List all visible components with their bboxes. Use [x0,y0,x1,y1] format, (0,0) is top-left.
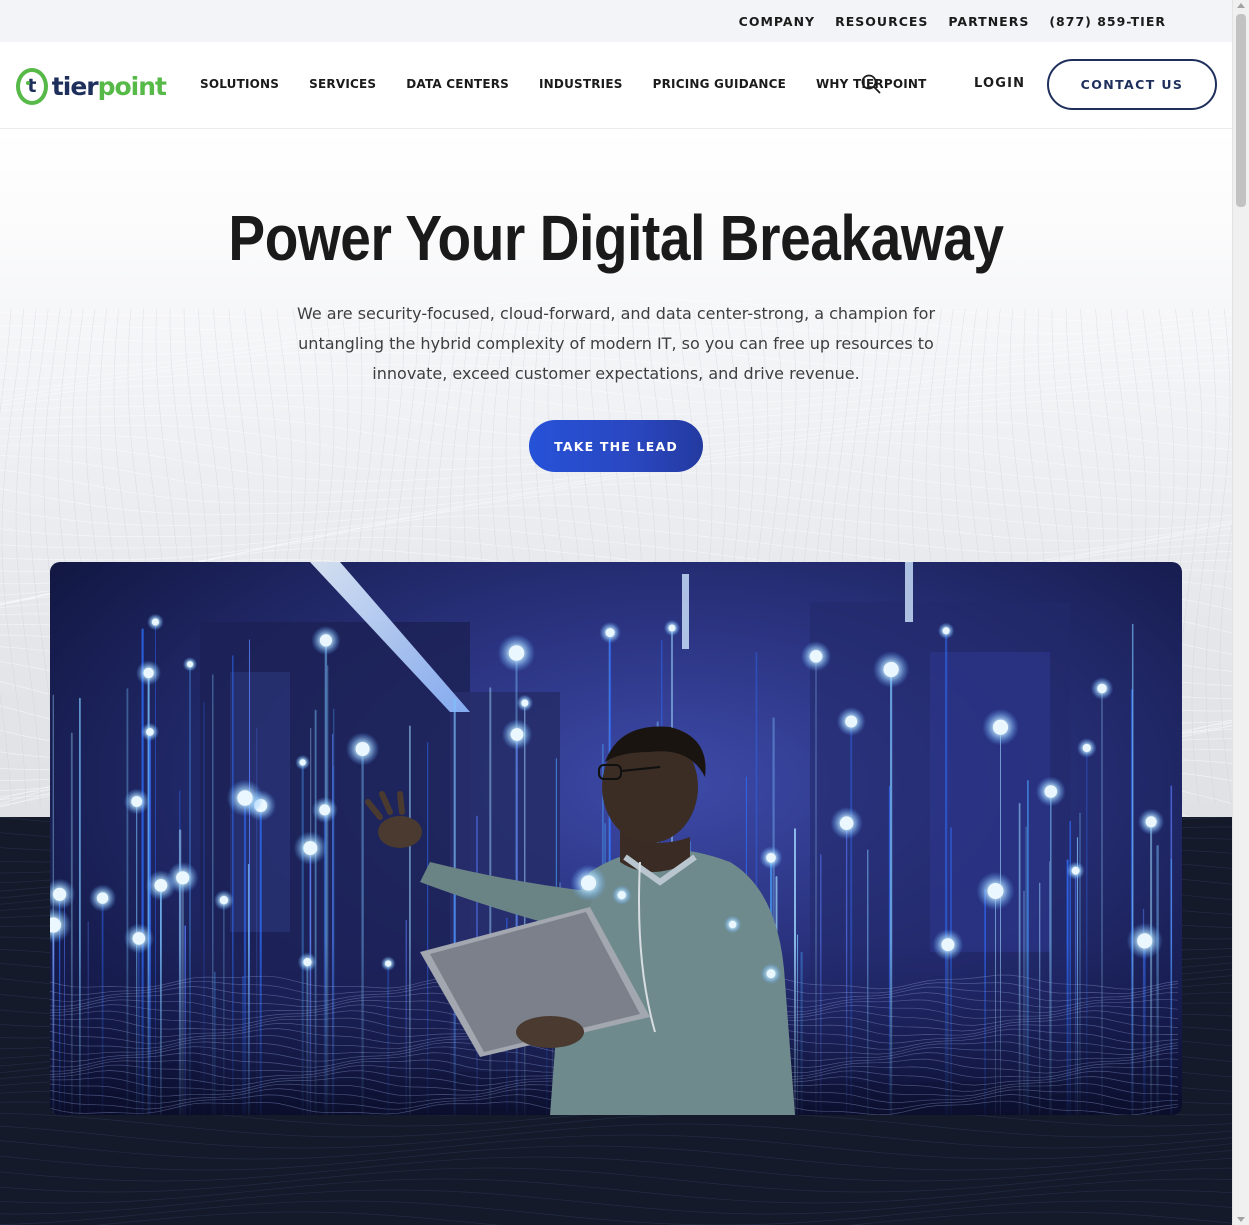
search-icon[interactable] [860,73,882,95]
take-the-lead-button[interactable]: TAKE THE LEAD [529,420,703,472]
page-scrollbar[interactable] [1232,0,1249,1225]
nav-item-solutions[interactable]: SOLUTIONS [200,77,279,91]
utility-link-company[interactable]: COMPANY [739,14,815,29]
scroll-down-arrow-icon[interactable] [1237,1217,1245,1222]
hero-image [50,562,1182,1115]
login-link[interactable]: LOGIN [974,76,1025,91]
logo-word-point: point [97,71,167,101]
contact-us-button[interactable]: CONTACT US [1047,59,1217,110]
main-nav: t tierpoint SOLUTIONS SERVICES DATA CENT… [0,42,1232,129]
hero-title: Power Your Digital Breakaway [228,202,1004,274]
logo-mark-icon: t [16,67,48,105]
logo-word-tier: tier [51,71,99,101]
tierpoint-logo[interactable]: t tierpoint [16,66,167,106]
utility-link-resources[interactable]: RESOURCES [835,14,928,29]
logo-mark-letter: t [27,74,37,97]
nav-item-data-centers[interactable]: DATA CENTERS [406,77,509,91]
utility-link-partners[interactable]: PARTNERS [948,14,1029,29]
scrollbar-thumb[interactable] [1236,14,1246,207]
primary-navigation: SOLUTIONS SERVICES DATA CENTERS INDUSTRI… [200,42,957,126]
logo-wordmark: tierpoint [51,71,167,101]
nav-item-services[interactable]: SERVICES [309,77,376,91]
utility-link-phone[interactable]: (877) 859-TIER [1049,14,1166,29]
nav-item-industries[interactable]: INDUSTRIES [539,77,623,91]
hero-subtitle: We are security-focused, cloud-forward, … [296,304,936,383]
nav-item-pricing-guidance[interactable]: PRICING GUIDANCE [653,77,786,91]
utility-bar: COMPANY RESOURCES PARTNERS (877) 859-TIE… [0,0,1232,42]
scroll-up-arrow-icon[interactable] [1237,3,1245,8]
